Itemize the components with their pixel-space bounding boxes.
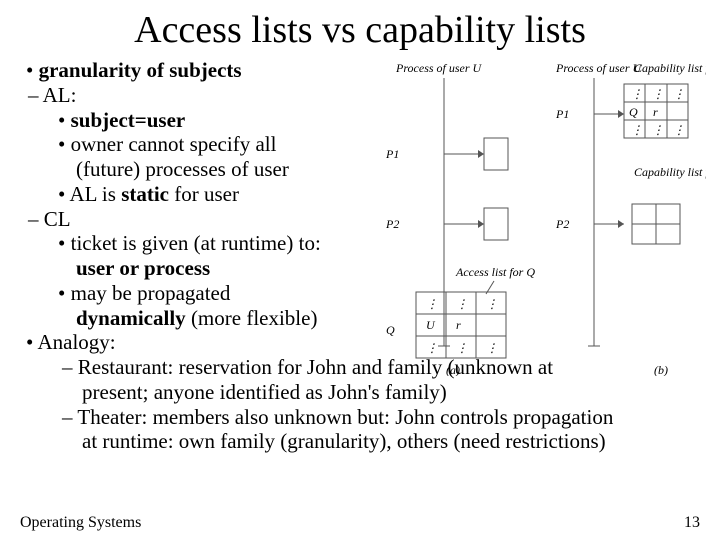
svg-text:⋮: ⋮ <box>486 297 498 311</box>
bullet-theater-cont: at runtime: own family (granularity), ot… <box>20 429 700 454</box>
svg-text:⋮: ⋮ <box>631 87 643 101</box>
svg-text:⋮: ⋮ <box>456 297 468 311</box>
footer-left: Operating Systems <box>20 514 141 532</box>
svg-text:⋮: ⋮ <box>426 297 438 311</box>
svg-text:⋮: ⋮ <box>652 123 664 137</box>
svg-text:⋮: ⋮ <box>652 87 664 101</box>
svg-text:⋮: ⋮ <box>673 87 685 101</box>
fig-caplist-p2: Capability list for P2 <box>634 165 706 179</box>
svg-text:⋮: ⋮ <box>631 123 643 137</box>
fig-caption-a: (a) <box>446 363 460 376</box>
fig-label-procU-a: Process of user U <box>395 61 483 75</box>
slide-footer: Operating Systems 13 <box>20 514 700 532</box>
fig-q: Q <box>386 323 395 337</box>
fig-acl-q: Access list for Q <box>455 265 535 279</box>
figure-access-capability: Process of user U P1 P2 Access list for … <box>356 56 706 376</box>
bullet-theater: Theater: members also unknown but: John … <box>20 405 700 430</box>
svg-text:⋮: ⋮ <box>426 341 438 355</box>
fig-p1: P1 <box>385 147 399 161</box>
fig-p2-b: P2 <box>555 217 569 231</box>
fig-q-r: r <box>456 318 461 332</box>
fig-caplist-p1: Capability list for P1 <box>634 61 706 75</box>
fig-q-u: U <box>426 318 436 332</box>
svg-text:r: r <box>653 105 658 119</box>
fig-label-procU-b: Process of user U <box>555 61 643 75</box>
footer-page: 13 <box>684 514 700 532</box>
fig-p1-b: P1 <box>555 107 569 121</box>
svg-text:⋮: ⋮ <box>673 123 685 137</box>
svg-text:⋮: ⋮ <box>486 341 498 355</box>
bullet-restaurant-cont: present; anyone identified as John's fam… <box>20 380 700 405</box>
slide-title: Access lists vs capability lists <box>20 8 700 52</box>
svg-text:Q: Q <box>629 105 638 119</box>
fig-caption-b: (b) <box>654 363 668 376</box>
svg-text:⋮: ⋮ <box>456 341 468 355</box>
fig-p2: P2 <box>385 217 399 231</box>
